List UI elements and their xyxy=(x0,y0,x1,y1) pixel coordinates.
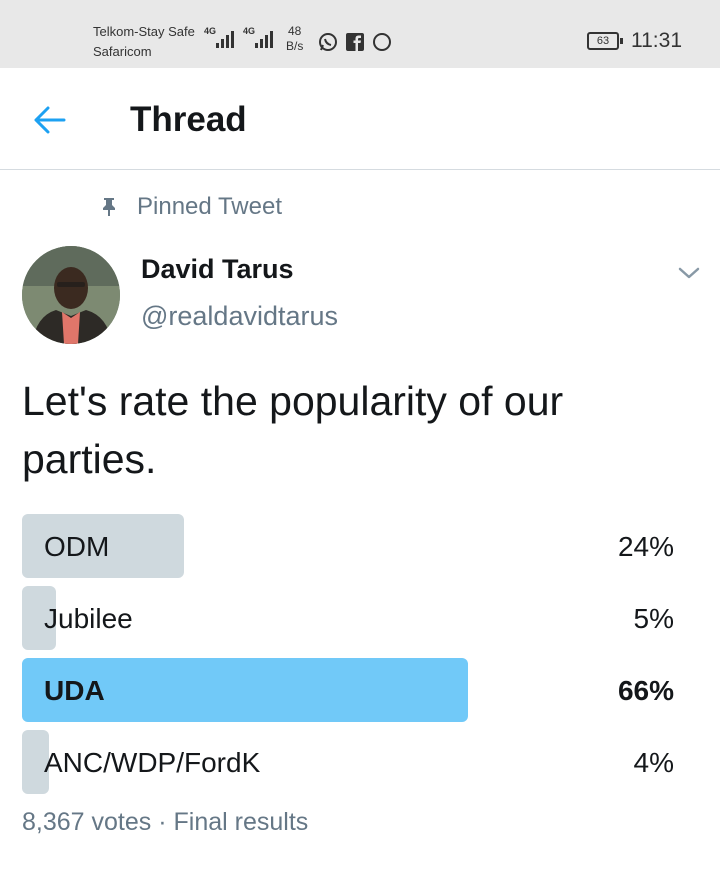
tweet-text: Let's rate the popularity of our parties… xyxy=(22,378,564,482)
chevron-down-icon[interactable] xyxy=(677,263,701,283)
poll-option: UDA 66% xyxy=(22,658,674,722)
poll-option-percent: 66% xyxy=(617,675,674,706)
poll-footer: 8,367 votes · Final results xyxy=(22,808,308,837)
poll-option-percent: 5% xyxy=(633,603,674,634)
author-name[interactable]: David Tarus xyxy=(141,254,294,285)
app-header: Thread xyxy=(0,68,720,170)
pin-icon xyxy=(103,198,115,216)
avatar[interactable] xyxy=(22,246,120,344)
poll-option: ODM 24% xyxy=(22,514,674,578)
author-handle[interactable]: @realdavidtarus xyxy=(141,301,338,332)
poll-option-label: Jubilee xyxy=(44,603,133,634)
back-arrow-icon[interactable] xyxy=(30,104,70,136)
poll-separator: · xyxy=(158,808,167,836)
poll-option-percent: 24% xyxy=(617,531,674,562)
pinned-label: Pinned Tweet xyxy=(137,193,282,220)
battery-tip xyxy=(620,38,623,44)
battery-icon: 63 xyxy=(587,32,619,50)
carrier-line-2: Safaricom xyxy=(93,44,152,59)
poll-status: Final results xyxy=(173,808,309,836)
poll: ODM 24% Jubilee 5% UDA 66% ANC/WDP/FordK… xyxy=(22,514,674,802)
carrier-info: Telkom-Stay Safe Safaricom xyxy=(93,22,195,62)
net-speed: 48 B/s xyxy=(286,24,304,53)
carrier-line-1: Telkom-Stay Safe xyxy=(93,24,195,39)
poll-vote-count: 8,367 votes xyxy=(22,808,152,836)
poll-option: ANC/WDP/FordK 4% xyxy=(22,730,674,794)
whatsapp-icon xyxy=(319,33,337,51)
poll-option-label: ANC/WDP/FordK xyxy=(44,747,261,778)
poll-option-percent: 4% xyxy=(633,747,674,778)
circle-notification-icon xyxy=(373,33,391,51)
clock: 11:31 xyxy=(631,29,682,52)
poll-option-label: UDA xyxy=(44,675,105,706)
poll-option-label: ODM xyxy=(44,531,110,562)
avatar-image xyxy=(22,246,120,344)
page-title: Thread xyxy=(130,100,247,139)
status-bar: Telkom-Stay Safe Safaricom 4G 4G 48 B/s … xyxy=(0,0,720,68)
poll-option: Jubilee 5% xyxy=(22,586,674,650)
facebook-icon xyxy=(346,33,364,51)
